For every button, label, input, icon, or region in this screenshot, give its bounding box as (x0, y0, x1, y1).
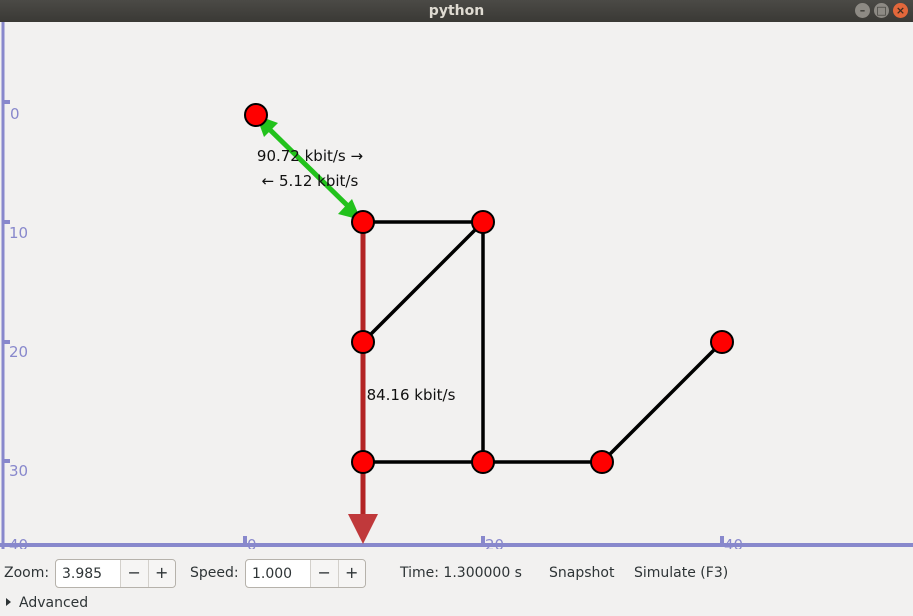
link (600, 340, 724, 464)
zoom-label: Zoom: (4, 565, 50, 581)
title-bar: python – □ × (0, 0, 913, 22)
control-toolbar: Zoom: − + Speed: − + Time: 1.300000 s Sn… (0, 557, 913, 589)
node[interactable] (471, 210, 495, 234)
node[interactable] (244, 103, 268, 127)
x-tick-label: 20 (485, 536, 504, 549)
y-tick-label: 30 (9, 462, 28, 480)
simulate-button[interactable]: Simulate (F3) (634, 565, 728, 581)
node[interactable] (590, 450, 614, 474)
arrowhead-down-icon (348, 514, 378, 544)
maximize-icon[interactable]: □ (874, 3, 889, 18)
advanced-expander[interactable]: Advanced (6, 595, 88, 611)
snapshot-button[interactable]: Snapshot (549, 565, 614, 581)
zoom-spinbox[interactable]: − + (55, 559, 176, 588)
node[interactable] (710, 330, 734, 354)
node[interactable] (471, 450, 495, 474)
speed-label: Speed: (190, 565, 239, 581)
close-icon[interactable]: × (893, 3, 908, 18)
advanced-label: Advanced (19, 595, 89, 611)
x-tick-label: 0 (247, 536, 257, 549)
link-rate-label: 90.72 kbit/s → (257, 147, 363, 165)
minimize-icon[interactable]: – (855, 3, 870, 18)
link-rate-label: 84.16 kbit/s (367, 386, 456, 404)
node[interactable] (351, 330, 375, 354)
y-tick-label: 40 (9, 536, 28, 549)
links (361, 220, 724, 464)
y-tick-label: 20 (9, 343, 28, 361)
node[interactable] (351, 450, 375, 474)
speed-increase-button[interactable]: + (337, 560, 365, 587)
y-tick-label: 0 (10, 105, 20, 123)
link-rate-label: ← 5.12 kbit/s (262, 172, 359, 190)
link (361, 220, 485, 344)
time-readout: Time: 1.300000 s (400, 565, 522, 581)
speed-spinbox[interactable]: − + (245, 559, 366, 588)
x-tick-label: 40 (724, 536, 743, 549)
speed-decrease-button[interactable]: − (310, 560, 338, 587)
simulation-canvas[interactable]: 0 10 20 30 40 0 20 40 90.72 kbit/s → ← 5… (0, 22, 913, 549)
zoom-input[interactable] (56, 560, 120, 587)
zoom-increase-button[interactable]: + (147, 560, 175, 587)
zoom-decrease-button[interactable]: − (120, 560, 148, 587)
node[interactable] (351, 210, 375, 234)
active-link-diagonal (260, 120, 354, 212)
expander-arrow-icon (6, 598, 11, 606)
window-title: python (428, 3, 485, 19)
speed-input[interactable] (246, 560, 310, 587)
y-tick-label: 10 (9, 224, 28, 242)
y-tick-mark (3, 100, 10, 104)
